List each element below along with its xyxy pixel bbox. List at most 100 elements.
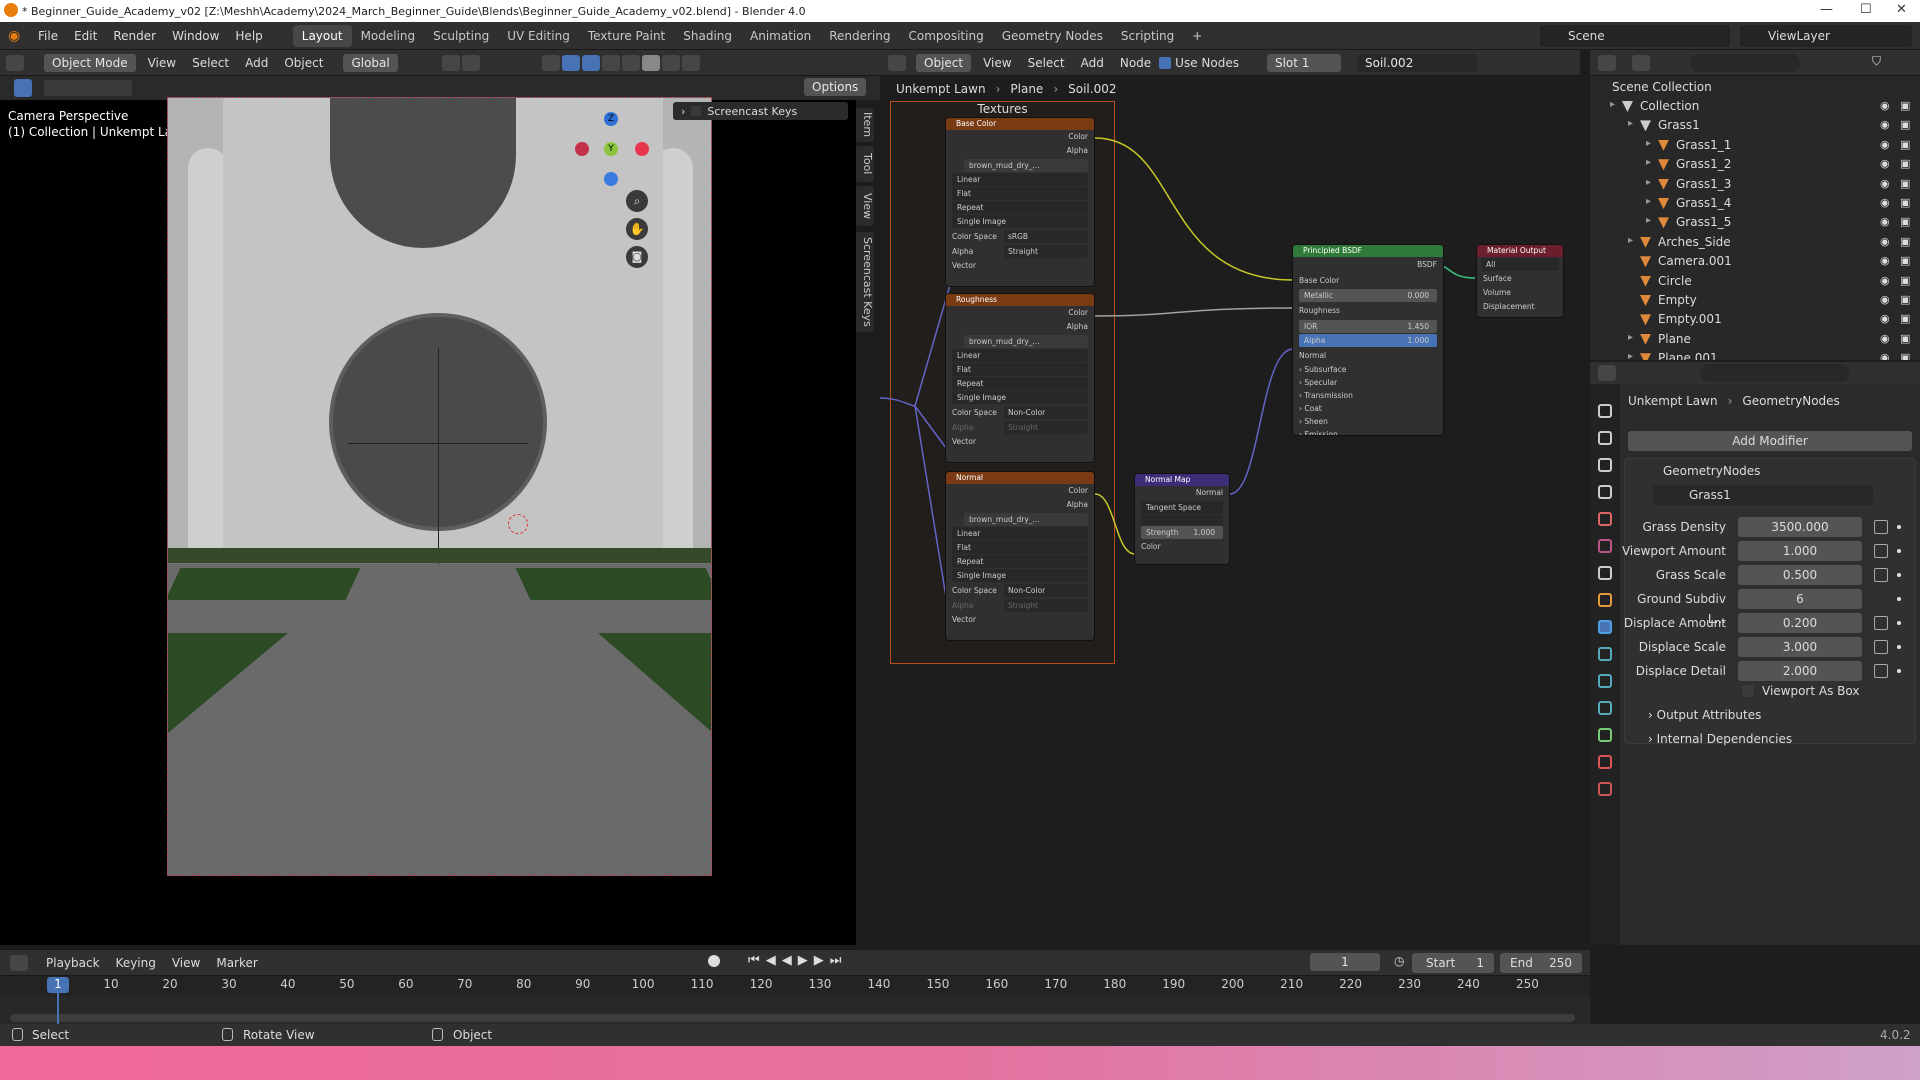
panel-output-attributes[interactable]: › Output Attributes [1648, 708, 1761, 722]
expand-arrow-icon[interactable]: ▸ [1628, 118, 1633, 129]
visibility-eye-icon[interactable]: ◉ [1880, 157, 1890, 170]
outliner-row[interactable]: Circle ◉ ▣ [1590, 272, 1920, 291]
modifier-input-value[interactable]: 3.000 [1738, 637, 1862, 657]
source-dropdown[interactable]: Single Image [952, 391, 1088, 404]
expand-arrow-icon[interactable]: ▸ [1610, 99, 1615, 110]
render-camera-icon[interactable]: ▣ [1900, 196, 1910, 209]
modifier-header[interactable]: GeometryNodes [1631, 461, 1911, 481]
extension-dropdown[interactable]: Repeat [952, 201, 1088, 214]
visibility-eye-icon[interactable]: ◉ [1880, 138, 1890, 151]
tab-texture-paint[interactable]: Texture Paint [579, 22, 674, 50]
image-texture-node[interactable]: Normal Color Alpha brown_mud_dry_... Linear F… [945, 471, 1095, 641]
material-output-node[interactable]: Material Output All Surface Volume Displ… [1476, 244, 1564, 318]
tex-image-selector[interactable]: brown_mud_dry_... [964, 513, 1088, 526]
outliner-row[interactable]: ▸ Grass1_4 ◉ ▣ [1590, 194, 1920, 213]
tex-node-header[interactable]: Roughness [946, 294, 1094, 306]
render-camera-icon[interactable]: ▣ [1900, 293, 1910, 306]
uv-map-field[interactable] [1141, 515, 1223, 525]
bsdf-header[interactable]: Principled BSDF [1293, 245, 1443, 257]
colorspace-dropdown[interactable]: Non-Color [1004, 584, 1088, 597]
outliner-root[interactable]: Scene Collection [1612, 78, 1712, 97]
ior-field[interactable]: IOR 1.450 [1299, 319, 1437, 333]
minimize-icon[interactable]: — [1820, 2, 1833, 17]
render-camera-icon[interactable]: ▣ [1900, 177, 1910, 190]
attribute-toggle-icon[interactable] [1874, 544, 1888, 558]
modifier-input-value[interactable]: 2.000 [1738, 661, 1862, 681]
outliner-row[interactable]: ▸ Grass1_3 ◉ ▣ [1590, 175, 1920, 194]
properties-tab-icon[interactable] [1598, 485, 1612, 499]
visibility-eye-icon[interactable]: ◉ [1880, 99, 1890, 112]
menu-file[interactable]: File [30, 22, 66, 50]
gizmo-y-axis[interactable]: Y [604, 142, 618, 156]
tab-rendering[interactable]: Rendering [820, 22, 899, 50]
attribute-toggle-icon[interactable] [1874, 664, 1888, 678]
tab-sculpting[interactable]: Sculpting [424, 22, 498, 50]
viewport-3d[interactable]: Camera Perspective (1) Collection | Unke… [0, 97, 856, 945]
source-dropdown[interactable]: Single Image [952, 569, 1088, 582]
camera-view-icon[interactable]: ◙ [626, 246, 648, 268]
properties-tab-icon[interactable] [1598, 620, 1612, 634]
render-camera-icon[interactable]: ▣ [1900, 274, 1910, 287]
select-mode-icons[interactable] [44, 80, 132, 96]
overlay-toggle-icon[interactable] [581, 54, 600, 71]
visibility-eye-icon[interactable]: ◉ [1880, 196, 1890, 209]
metallic-field[interactable]: Metallic 0.000 [1299, 289, 1437, 302]
properties-tab-icon[interactable] [1598, 728, 1612, 742]
modifier-input-value[interactable]: 3500.000 [1738, 517, 1862, 537]
viewport-menu-select[interactable]: Select [192, 56, 229, 70]
properties-type-icon[interactable] [1598, 365, 1616, 381]
navigation-gizmo[interactable]: Z Y [575, 112, 649, 186]
filter-icon[interactable]: ⛉ [1872, 54, 1881, 69]
modifier-input-value[interactable]: 6 [1738, 589, 1862, 609]
tex-image-selector[interactable]: brown_mud_dry_... [964, 335, 1088, 348]
colorspace-dropdown[interactable]: Non-Color [1004, 406, 1088, 419]
viewport-as-box-checkbox[interactable] [1742, 685, 1754, 697]
blender-menu-icon[interactable]: ◉ [0, 22, 30, 50]
interpolation-dropdown[interactable]: Linear [952, 173, 1088, 186]
visibility-eye-icon[interactable]: ◉ [1880, 215, 1890, 228]
tab-compositing[interactable]: Compositing [899, 22, 992, 50]
bsdf-panel-emission[interactable]: › Emission [1293, 428, 1443, 435]
attribute-toggle-icon[interactable] [1874, 640, 1888, 654]
projection-dropdown[interactable]: Flat [952, 363, 1088, 376]
modifier-input-value[interactable]: 1.000 [1738, 541, 1862, 561]
timeline-menu-view[interactable]: View [172, 956, 200, 970]
node-editor-type-icon[interactable] [888, 54, 906, 71]
gizmo-z-neg[interactable] [604, 172, 618, 186]
tab-animation[interactable]: Animation [741, 22, 820, 50]
keyframe-dot-icon[interactable] [1897, 549, 1901, 553]
visibility-eye-icon[interactable]: ◉ [1880, 177, 1890, 190]
render-camera-icon[interactable]: ▣ [1900, 99, 1910, 112]
orientation-dropdown[interactable]: Global [343, 53, 398, 72]
expand-arrow-icon[interactable]: ▸ [1646, 138, 1651, 149]
side-tab-item[interactable]: Item [856, 108, 874, 142]
keyframe-dot-icon[interactable] [1897, 645, 1901, 649]
node-group-selector[interactable]: Grass1 [1653, 485, 1873, 505]
add-modifier-button[interactable]: Add Modifier [1628, 431, 1912, 451]
keyframe-dot-icon[interactable] [1897, 525, 1901, 529]
gizmo-x-neg[interactable] [575, 142, 589, 156]
menu-edit[interactable]: Edit [66, 22, 105, 50]
image-texture-node[interactable]: Base Color Color Alpha brown_mud_dry_... Lin… [945, 117, 1095, 287]
outliner-row[interactable]: ▸ Grass1_2 ◉ ▣ [1590, 155, 1920, 174]
outliner-row[interactable]: Empty ◉ ▣ [1590, 291, 1920, 310]
output-target-dropdown[interactable]: All [1481, 258, 1559, 271]
expand-arrow-icon[interactable]: ▸ [1628, 235, 1633, 246]
outliner-row[interactable]: Empty.001 ◉ ▣ [1590, 310, 1920, 329]
interpolation-dropdown[interactable]: Linear [952, 527, 1088, 540]
outliner-row[interactable]: Camera.001 ◉ ▣ [1590, 252, 1920, 271]
node-menu-node[interactable]: Node [1120, 56, 1151, 70]
render-camera-icon[interactable]: ▣ [1900, 254, 1910, 267]
proportional-icon[interactable] [461, 54, 480, 71]
end-frame-field[interactable]: End 250 [1500, 953, 1582, 973]
use-nodes-checkbox[interactable] [1159, 56, 1172, 69]
xray-icon[interactable] [601, 54, 620, 71]
visibility-icon[interactable] [541, 54, 560, 71]
projection-dropdown[interactable]: Flat [952, 187, 1088, 200]
outliner-row[interactable]: ▸ Grass1_1 ◉ ▣ [1590, 136, 1920, 155]
keyframe-dot-icon[interactable] [1897, 621, 1901, 625]
shading-solid-icon[interactable] [641, 54, 660, 71]
shader-type-dropdown[interactable]: Object [916, 53, 972, 72]
tab-shading[interactable]: Shading [674, 22, 741, 50]
side-tab-screencast[interactable]: Screencast Keys [856, 232, 874, 332]
